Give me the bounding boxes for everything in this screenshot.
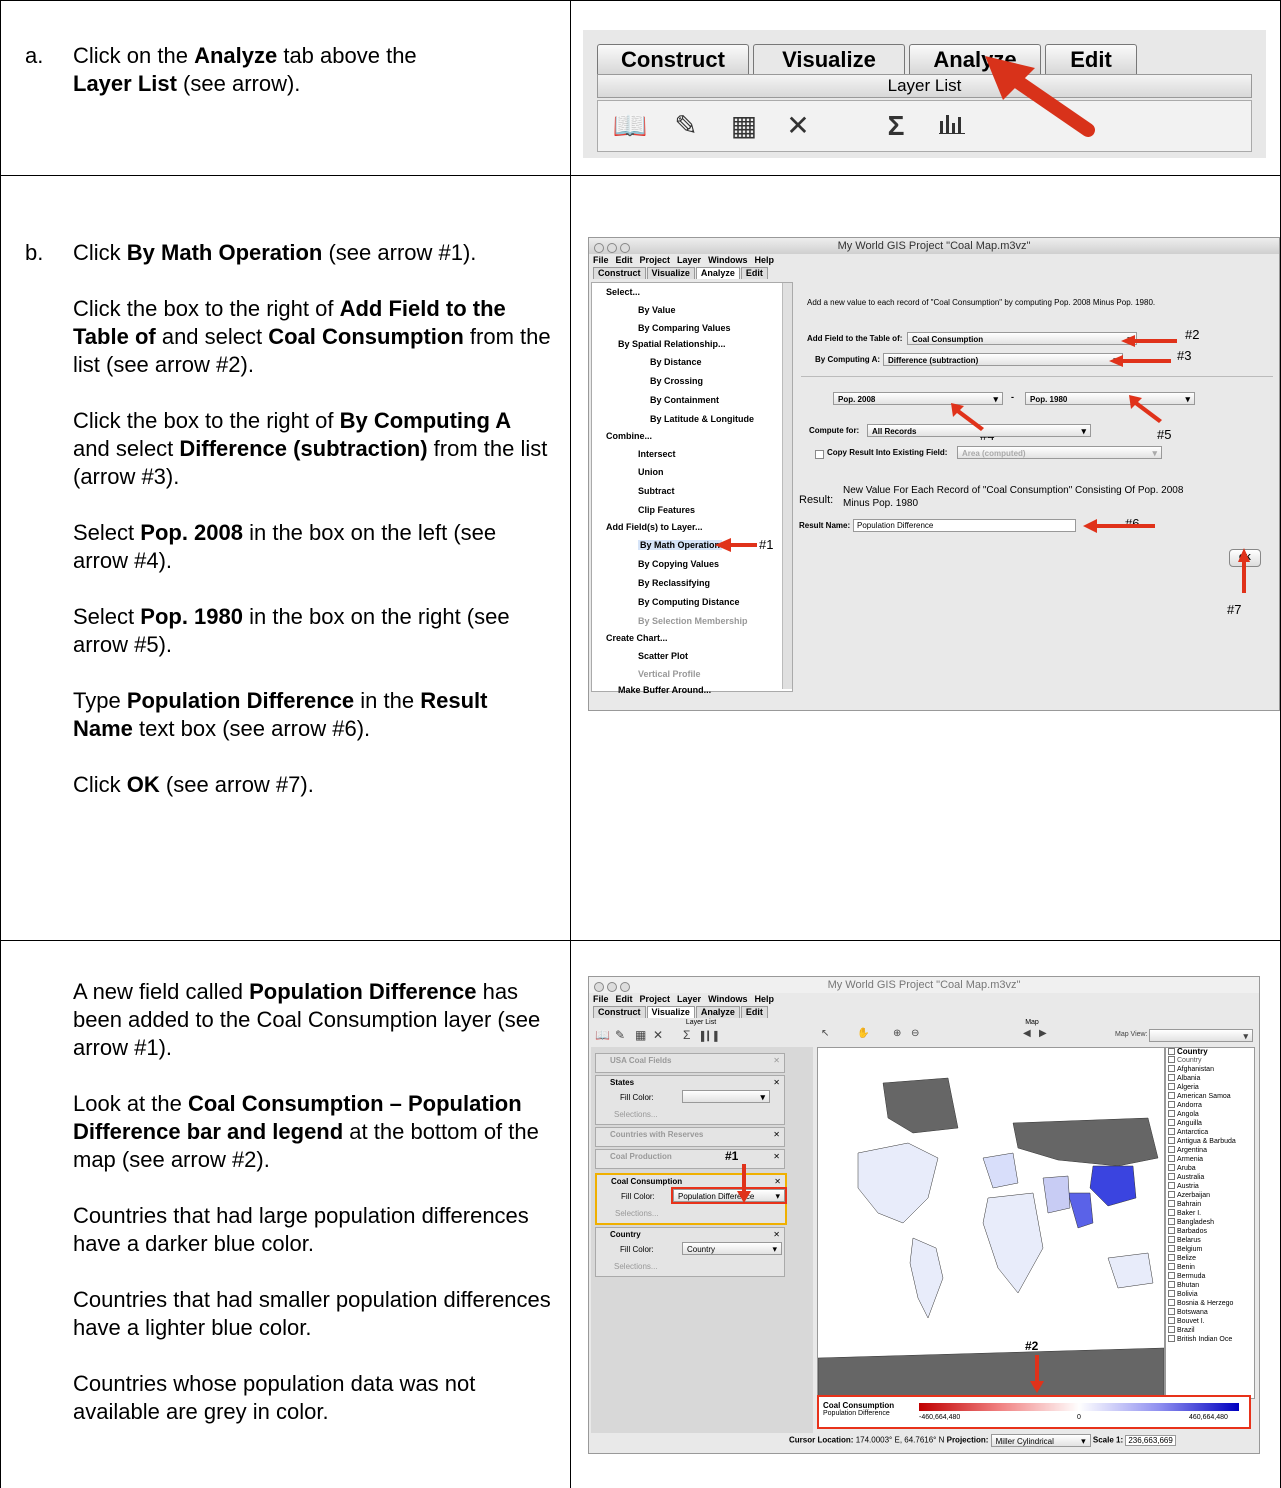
table-column-divider — [570, 0, 571, 1488]
math-operation-window: My World GIS Project "Coal Map.m3vz" Fil… — [588, 237, 1280, 711]
step-marker: a. — [25, 43, 44, 68]
table-row-divider — [0, 940, 1281, 941]
analyze-tab-screenshot: Construct Visualize Analyze Edit Layer L… — [583, 30, 1266, 158]
step-a-text: a. Click on the Analyze tab above the La… — [25, 43, 417, 96]
instruction: Look at the Coal Consumption – Populatio… — [73, 1091, 539, 1172]
instruction: Click the box to the right of Add Field … — [73, 296, 551, 377]
red-arrows-icon — [589, 238, 1250, 710]
table-border-top — [0, 0, 1281, 1]
step-b-text: b. Click By Math Operation (see arrow #1… — [25, 239, 560, 827]
instruction: Select Pop. 2008 in the box on the left … — [73, 520, 497, 573]
step-c-text: A new field called Population Difference… — [73, 978, 553, 1454]
instruction: Select Pop. 1980 in the box on the right… — [73, 604, 510, 657]
red-arrows-icon — [737, 1164, 1044, 1393]
table-row-divider — [0, 175, 1281, 176]
instruction: Countries that had large population diff… — [73, 1203, 529, 1256]
instruction: Countries that had smaller population di… — [73, 1287, 551, 1340]
step-marker: b. — [25, 240, 44, 265]
instruction: Countries whose population data was not … — [73, 1371, 476, 1424]
instruction-document: a. Click on the Analyze tab above the La… — [0, 0, 1281, 1488]
instruction: Click By Math Operation (see arrow #1). — [73, 240, 477, 265]
instruction: Click the box to the right of By Computi… — [73, 408, 548, 489]
map-window: My World GIS Project "Coal Map.m3vz" Fil… — [588, 976, 1260, 1454]
table-border-left — [0, 0, 1, 1488]
arrow-pointer-icon — [985, 56, 1095, 137]
instruction: Click OK (see arrow #7). — [73, 772, 314, 797]
instruction: Type Population Difference in the Result… — [73, 688, 488, 741]
instruction: A new field called Population Difference… — [73, 979, 541, 1060]
